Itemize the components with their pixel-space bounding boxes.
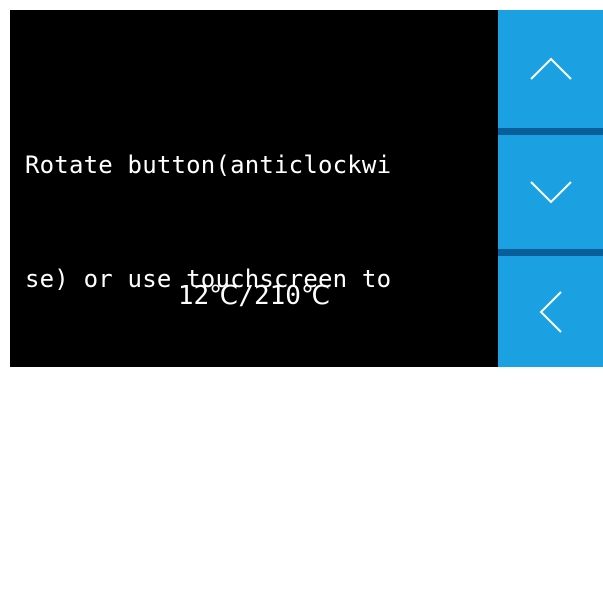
message-panel: Rotate button(anticlockwi se) or use tou…	[10, 10, 498, 521]
extrude-instruction: Rotate button(anticlockwi se) or use tou…	[25, 70, 495, 602]
temperature-readout: 12℃/210℃	[177, 281, 331, 311]
chevron-up-icon	[529, 55, 573, 83]
nozzle-status: Nozzle: Normal	[25, 493, 289, 521]
button-separator	[498, 128, 603, 135]
instruction-line-3: extrude.	[25, 379, 143, 407]
chevron-left-icon	[537, 290, 565, 334]
back-button[interactable]	[498, 256, 603, 367]
up-button[interactable]	[498, 10, 603, 128]
chevron-down-icon	[529, 178, 573, 206]
instruction-line-1: Rotate button(anticlockwi	[25, 151, 392, 179]
printer-display: Rotate button(anticlockwi se) or use tou…	[0, 0, 603, 521]
button-separator	[498, 249, 603, 256]
down-button[interactable]	[498, 135, 603, 249]
